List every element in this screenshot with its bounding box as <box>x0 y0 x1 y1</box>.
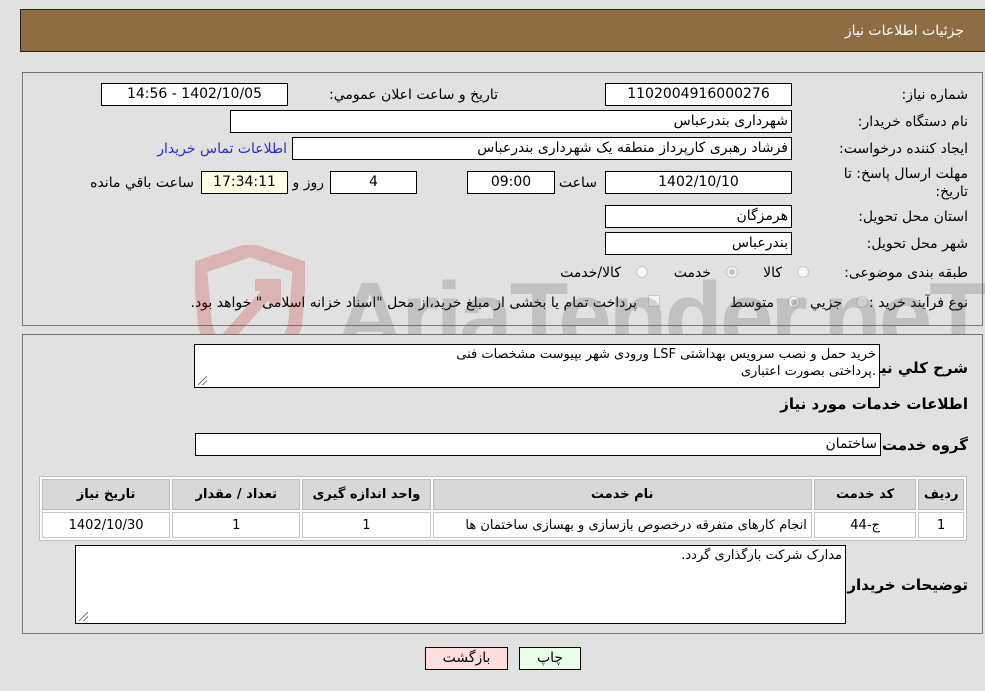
page-header: جزئیات اطلاعات نیاز <box>20 9 985 52</box>
description-line-2: .پرداختی بصورت اعتباری <box>740 364 876 379</box>
deadline-time-field[interactable]: 09:00 <box>467 171 555 194</box>
description-line-1: خرید حمل و نصب سرویس بهداشتی LSF ورودی ش… <box>456 347 876 362</box>
need-number-label: شماره نیاز: <box>901 87 969 103</box>
print-button[interactable]: چاپ <box>519 647 581 670</box>
buyer-contact-link[interactable]: اطلاعات تماس خریدار <box>157 140 287 158</box>
delivery-city-label: شهر محل تحویل: <box>866 236 968 252</box>
deadline-label-line2: تاریخ: <box>935 184 968 200</box>
category-option-goods-service: کالا/خدمت <box>560 265 621 281</box>
purchase-type-option-medium: متوسط <box>730 295 774 311</box>
resize-grip-icon[interactable] <box>198 376 207 385</box>
buyer-notes-label: توضیحات خریدار: <box>841 576 968 594</box>
services-table-header: ردیف کد خدمت نام خدمت واحد اندازه گیری ت… <box>42 479 964 510</box>
category-option-goods: کالا <box>763 265 782 281</box>
services-table: ردیف کد خدمت نام خدمت واحد اندازه گیری ت… <box>39 476 967 541</box>
deadline-date-field[interactable]: 1402/10/10 <box>605 171 792 194</box>
col-quantity: تعداد / مقدار <box>172 479 301 510</box>
cell-row-number: 1 <box>918 512 964 538</box>
description-textarea[interactable]: خرید حمل و نصب سرویس بهداشتی LSF ورودی ش… <box>194 344 880 388</box>
need-number-field[interactable]: 1102004916000276 <box>605 83 792 106</box>
requester-label: ایجاد کننده درخواست: <box>839 141 968 157</box>
purchase-type-label: نوع فرآیند خرید : <box>869 295 968 311</box>
category-label: طبقه بندی موضوعی: <box>844 265 968 281</box>
need-info-panel: شماره نیاز: 1102004916000276 تاریخ و ساع… <box>22 72 983 326</box>
need-details-panel: شرح کلي نیاز: خرید حمل و نصب سرویس بهداش… <box>22 334 983 634</box>
table-row: 1 ج-44 انجام کارهای متفرقه درخصوص بازساز… <box>42 512 964 538</box>
cell-quantity: 1 <box>172 512 301 538</box>
services-section-title: اطلاعات خدمات مورد نیاز <box>780 395 968 413</box>
category-radio-service[interactable] <box>726 266 738 278</box>
deadline-label-line1: مهلت ارسال پاسخ: تا <box>843 166 968 182</box>
days-label: روز و <box>292 175 325 191</box>
cell-service-code: ج-44 <box>813 512 917 538</box>
category-radio-goods[interactable] <box>797 266 809 278</box>
purchase-type-radio-small[interactable] <box>856 296 868 308</box>
delivery-province-label: استان محل تحویل: <box>858 209 968 225</box>
col-service-name: نام خدمت <box>432 479 812 510</box>
buyer-notes-text: مدارک شرکت بارگذاری گردد. <box>681 548 842 563</box>
page-title: جزئیات اطلاعات نیاز <box>844 23 964 39</box>
cell-unit: 1 <box>302 512 431 538</box>
col-need-date: تاریخ نیاز <box>42 479 171 510</box>
treasury-checkbox-label: پرداخت تمام یا بخشی از مبلغ خرید،از محل … <box>190 295 637 311</box>
col-service-code: کد خدمت <box>813 479 917 510</box>
delivery-city-field[interactable]: بندرعباس <box>605 232 792 255</box>
col-row-number: ردیف <box>918 479 964 510</box>
delivery-province-field[interactable]: هرمزگان <box>605 205 792 228</box>
remaining-time-field[interactable]: 17:34:11 <box>201 171 288 194</box>
deadline-time-label: ساعت <box>558 175 597 191</box>
service-group-label: گروه خدمت: <box>875 436 968 454</box>
announce-datetime-field[interactable]: 1402/10/05 - 14:56 <box>101 83 288 106</box>
buyer-notes-textarea[interactable]: مدارک شرکت بارگذاری گردد. <box>75 545 846 624</box>
back-button[interactable]: بازگشت <box>425 647 508 670</box>
category-option-service: خدمت <box>673 265 711 281</box>
purchase-type-option-small: جزیي <box>810 295 842 311</box>
service-group-field[interactable]: ساختمان <box>195 433 881 456</box>
category-radio-goods-service[interactable] <box>636 266 648 278</box>
resize-grip-icon[interactable] <box>79 612 88 621</box>
cell-need-date: 1402/10/30 <box>42 512 171 538</box>
requester-field[interactable]: فرشاد رهبری کارپرداز منطقه یک شهرداری بن… <box>292 137 792 160</box>
remaining-days-field[interactable]: 4 <box>330 171 417 194</box>
announce-datetime-label: تاریخ و ساعت اعلان عمومي: <box>329 87 498 103</box>
treasury-checkbox[interactable] <box>648 295 660 307</box>
col-unit: واحد اندازه گیری <box>302 479 431 510</box>
remaining-time-label: ساعت باقي مانده <box>90 175 194 191</box>
cell-service-name: انجام کارهای متفرقه درخصوص بازسازی و بهس… <box>432 512 812 538</box>
purchase-type-radio-medium[interactable] <box>788 296 800 308</box>
buyer-org-label: نام دستگاه خریدار: <box>857 114 968 130</box>
buyer-org-field[interactable]: شهرداری بندرعباس <box>230 110 792 133</box>
